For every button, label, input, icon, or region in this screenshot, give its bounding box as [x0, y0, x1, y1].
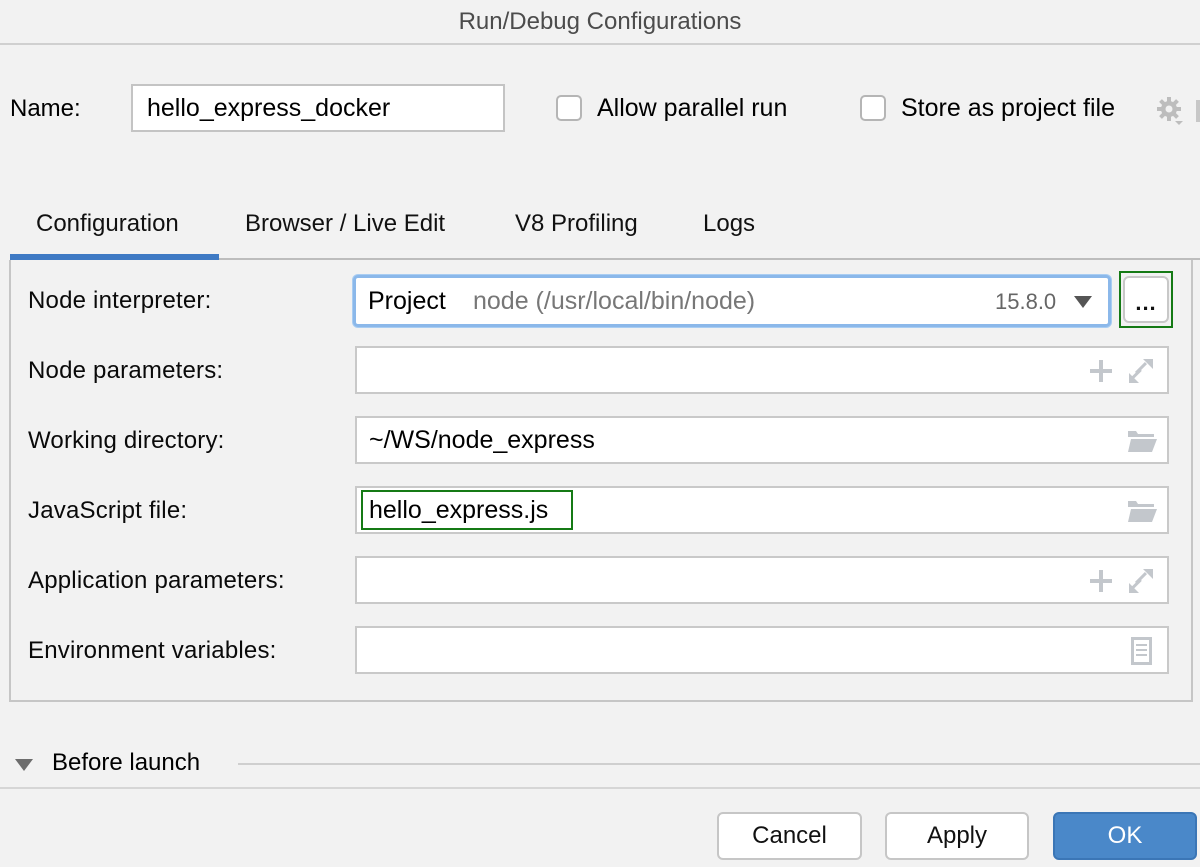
title-bar: Run/Debug Configurations: [0, 0, 1200, 45]
browse-button-label: ...: [1135, 290, 1157, 315]
folder-icon[interactable]: [1126, 496, 1157, 526]
javascript-file-label: JavaScript file:: [28, 497, 188, 524]
folder-icon[interactable]: [1126, 426, 1157, 456]
name-row: Name: Allow parallel run Store as projec…: [0, 84, 1200, 132]
node-parameters-input[interactable]: [355, 346, 1169, 394]
expand-icon[interactable]: [1126, 356, 1156, 386]
apply-button[interactable]: Apply: [885, 812, 1029, 860]
javascript-file-highlight: [361, 490, 573, 530]
expand-icon[interactable]: [1126, 566, 1156, 596]
application-parameters-input[interactable]: [355, 556, 1169, 604]
store-as-project-file-checkbox[interactable]: [860, 95, 886, 121]
application-parameters-label: Application parameters:: [28, 567, 285, 594]
chevron-down-icon[interactable]: [1074, 296, 1092, 308]
node-interpreter-label: Node interpreter:: [28, 287, 212, 314]
working-directory-input[interactable]: ~/WS/node_express: [355, 416, 1169, 464]
node-interpreter-select[interactable]: Project node (/usr/local/bin/node) 15.8.…: [353, 275, 1111, 327]
plus-icon[interactable]: [1086, 356, 1116, 386]
working-directory-label: Working directory:: [28, 427, 225, 454]
before-launch-section: Before launch: [0, 745, 1200, 785]
tab-v8-profiling[interactable]: V8 Profiling: [515, 210, 638, 238]
tab-bar: Configuration Browser / Live Edit V8 Pro…: [10, 200, 1200, 260]
ok-button[interactable]: OK: [1053, 812, 1197, 860]
before-launch-divider: [238, 763, 1200, 765]
allow-parallel-run-checkbox[interactable]: [556, 95, 582, 121]
toolbar-edge: [1196, 100, 1200, 122]
store-as-project-file-label[interactable]: Store as project file: [901, 94, 1115, 123]
browse-interpreters-button[interactable]: ...: [1123, 276, 1169, 323]
window-title: Run/Debug Configurations: [458, 8, 742, 35]
allow-parallel-run-label[interactable]: Allow parallel run: [597, 94, 787, 123]
interpreter-version: 15.8.0: [995, 289, 1057, 314]
interpreter-path: node (/usr/local/bin/node): [473, 287, 756, 315]
interpreter-scope: Project: [368, 287, 446, 315]
node-parameters-label: Node parameters:: [28, 357, 224, 384]
gear-icon[interactable]: [1156, 96, 1186, 126]
name-label: Name:: [10, 95, 81, 122]
environment-variables-input[interactable]: [355, 626, 1169, 674]
environment-variables-label: Environment variables:: [28, 637, 277, 664]
document-icon[interactable]: [1126, 636, 1156, 666]
collapse-triangle-icon[interactable]: [15, 759, 33, 771]
cancel-button[interactable]: Cancel: [717, 812, 862, 860]
tab-configuration[interactable]: Configuration: [36, 210, 179, 238]
plus-icon[interactable]: [1086, 566, 1116, 596]
working-directory-value: ~/WS/node_express: [369, 426, 595, 454]
name-input[interactable]: [131, 84, 505, 132]
footer-divider: [0, 787, 1200, 789]
tab-logs[interactable]: Logs: [703, 210, 755, 238]
tab-browser-live-edit[interactable]: Browser / Live Edit: [245, 210, 445, 238]
before-launch-label[interactable]: Before launch: [52, 749, 200, 777]
